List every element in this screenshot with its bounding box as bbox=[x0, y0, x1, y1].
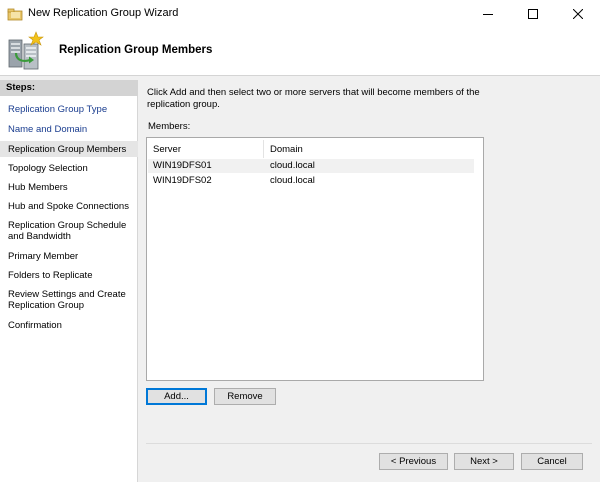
close-icon bbox=[572, 9, 583, 19]
next-button[interactable]: Next > bbox=[454, 453, 514, 470]
title-bar: New Replication Group Wizard bbox=[0, 0, 600, 28]
step-replication-group-type[interactable]: Replication Group Type bbox=[0, 104, 138, 115]
minimize-icon bbox=[482, 14, 493, 15]
members-label: Members: bbox=[148, 121, 191, 132]
step-topology-selection: Topology Selection bbox=[8, 163, 88, 174]
wizard-app-icon bbox=[7, 8, 23, 21]
table-row[interactable]: WIN19DFS01 cloud.local bbox=[148, 159, 474, 173]
step-hub-members: Hub Members bbox=[8, 182, 68, 193]
step-review-settings: Review Settings and Create Replication G… bbox=[8, 289, 126, 311]
domain-cell: cloud.local bbox=[270, 175, 315, 186]
step-hub-and-spoke-connections: Hub and Spoke Connections bbox=[8, 201, 129, 212]
server-cell: WIN19DFS01 bbox=[153, 160, 212, 171]
wizard-window: New Replication Group Wizard Replication… bbox=[0, 0, 600, 482]
previous-button[interactable]: < Previous bbox=[379, 453, 448, 470]
replication-servers-icon bbox=[8, 31, 44, 70]
maximize-icon bbox=[527, 9, 538, 19]
steps-heading: Steps: bbox=[6, 82, 36, 93]
cancel-button[interactable]: Cancel bbox=[521, 453, 583, 470]
step-name-and-domain[interactable]: Name and Domain bbox=[0, 124, 138, 135]
footer-divider bbox=[146, 443, 592, 444]
step-replication-group-members: Replication Group Members bbox=[0, 141, 138, 157]
column-header-server[interactable]: Server bbox=[148, 140, 264, 158]
remove-button[interactable]: Remove bbox=[214, 388, 276, 405]
steps-heading-bar: Steps: bbox=[0, 80, 138, 96]
step-folders-to-replicate: Folders to Replicate bbox=[8, 270, 93, 281]
close-button[interactable] bbox=[555, 0, 600, 28]
members-list[interactable]: Server Domain WIN19DFS01 cloud.local WIN… bbox=[146, 137, 484, 381]
window-title: New Replication Group Wizard bbox=[28, 7, 179, 19]
page-title: Replication Group Members bbox=[59, 44, 213, 56]
maximize-button[interactable] bbox=[510, 0, 555, 28]
instruction-text: Click Add and then select two or more se… bbox=[147, 87, 480, 110]
step-replication-group-schedule: Replication Group Schedule and Bandwidth bbox=[8, 220, 127, 242]
steps-pane: Steps: Replication Group Type Name and D… bbox=[0, 80, 138, 482]
step-confirmation: Confirmation bbox=[8, 320, 62, 331]
domain-cell: cloud.local bbox=[270, 160, 315, 171]
add-button[interactable]: Add... bbox=[146, 388, 207, 405]
minimize-button[interactable] bbox=[465, 0, 510, 28]
server-cell: WIN19DFS02 bbox=[153, 175, 212, 186]
wizard-header: Replication Group Members bbox=[0, 28, 600, 76]
table-row[interactable]: WIN19DFS02 cloud.local bbox=[148, 174, 474, 188]
step-primary-member: Primary Member bbox=[8, 251, 79, 262]
column-header-domain[interactable]: Domain bbox=[264, 140, 482, 158]
